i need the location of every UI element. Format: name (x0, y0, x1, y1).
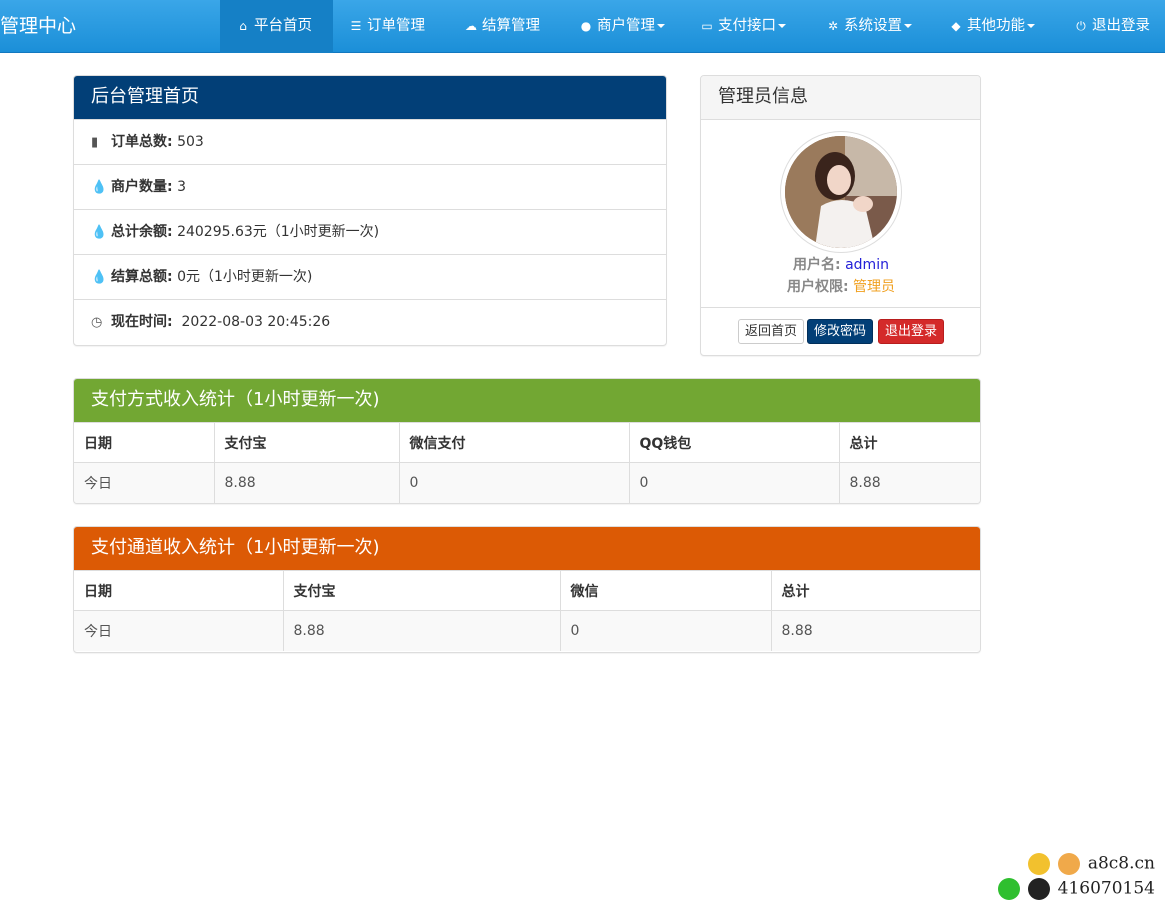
nav-system-settings[interactable]: ✲ 系统设置 (810, 0, 928, 53)
caret-down-icon (778, 24, 786, 28)
cell-alipay: 8.88 (214, 462, 400, 503)
cell-qq-wallet: 0 (629, 462, 840, 503)
admin-panel-title: 管理员信息 (701, 76, 980, 120)
cloud-icon: ☁ (465, 19, 477, 33)
drop-icon: 💧 (91, 225, 108, 240)
list-icon: ☰ (350, 19, 362, 33)
cube-icon: ◆ (951, 19, 961, 33)
order-count-row: ▮ 订单总数: 503 (74, 119, 666, 164)
cell-wechat: 0 (560, 610, 772, 651)
avatar-icon (1057, 853, 1080, 875)
cell-date: 今日 (74, 610, 284, 651)
nav-orders[interactable]: ☰ 订单管理 (333, 0, 441, 53)
overview-panel: 后台管理首页 ▮ 订单总数: 503 💧 商户数量: 3 💧 总计余额: 240295… (73, 75, 667, 346)
nav-payment-api[interactable]: ▭ 支付接口 (684, 0, 802, 53)
cell-date: 今日 (74, 462, 215, 503)
brand-title[interactable]: 管理中心 (0, 0, 76, 53)
overview-title: 后台管理首页 (74, 76, 666, 119)
caret-down-icon (1027, 24, 1035, 28)
nav-merchants[interactable]: ● 商户管理 (563, 0, 681, 53)
pay-channel-table: 日期 支付宝 微信 总计 今日 8.88 0 8.88 (74, 570, 980, 651)
col-wechat: 微信 (560, 570, 772, 611)
role-line: 用户权限: 管理员 (786, 279, 896, 295)
clock-icon: ◷ (91, 315, 103, 330)
nav-settlement[interactable]: ☁ 结算管理 (448, 0, 556, 53)
cell-total: 8.88 (839, 462, 980, 503)
cell-total: 8.88 (771, 610, 980, 651)
col-wechat: 微信支付 (399, 422, 630, 463)
watermark-site: a8c8.cn (1027, 853, 1155, 875)
col-qq-wallet: QQ钱包 (629, 422, 840, 463)
pay-channel-panel: 支付通道收入统计（1小时更新一次) 日期 支付宝 微信 总计 今日 8.88 0… (73, 526, 981, 653)
total-balance-row: 💧 总计余额: 240295.63元（1小时更新一次) (74, 209, 666, 254)
pay-method-title: 支付方式收入统计（1小时更新一次) (74, 379, 980, 422)
table-row: 今日 8.88 0 0 8.88 (74, 462, 980, 503)
gear-icon: ✲ (827, 19, 839, 33)
current-time-row: ◷ 现在时间: 2022-08-03 20:45:26 (74, 299, 666, 344)
col-total: 总计 (839, 422, 980, 463)
credit-card-icon: ▭ (701, 19, 713, 33)
pay-method-panel: 支付方式收入统计（1小时更新一次) 日期 支付宝 微信支付 QQ钱包 总计 今日… (73, 378, 981, 504)
user-icon: ● (580, 19, 592, 33)
wechat-icon (997, 878, 1020, 900)
change-password-button[interactable]: 修改密码 (807, 319, 874, 344)
divider (701, 307, 980, 308)
bar-chart-icon: ▮ (91, 135, 99, 150)
nav-logout[interactable]: ⏻ 退出登录 (1058, 0, 1165, 53)
caret-down-icon (904, 24, 912, 28)
drop-icon: 💧 (91, 270, 108, 285)
col-date: 日期 (74, 422, 215, 463)
merchant-count-row: 💧 商户数量: 3 (74, 164, 666, 209)
table-header-row: 日期 支付宝 微信 总计 (74, 570, 980, 611)
drop-icon: 💧 (91, 180, 108, 195)
badge-icon (1027, 853, 1050, 875)
table-row: 今日 8.88 0 8.88 (74, 610, 980, 651)
nav-home[interactable]: ⌂ 平台首页 (220, 0, 333, 53)
col-date: 日期 (74, 570, 284, 611)
col-alipay: 支付宝 (283, 570, 561, 611)
avatar (780, 131, 902, 253)
cell-wechat: 0 (399, 462, 630, 503)
admin-panel: 管理员信息 用户名: admin 用户权限: 管理员 返回首页 修改密码 退出登… (700, 75, 981, 356)
logout-button[interactable]: 退出登录 (878, 319, 945, 344)
col-alipay: 支付宝 (214, 422, 400, 463)
table-header-row: 日期 支付宝 微信支付 QQ钱包 总计 (74, 422, 980, 463)
pay-channel-title: 支付通道收入统计（1小时更新一次) (74, 527, 980, 570)
cell-alipay: 8.88 (283, 610, 561, 651)
settlement-total-row: 💧 结算总额: 0元（1小时更新一次) (74, 254, 666, 299)
qq-penguin-icon (1027, 878, 1050, 900)
col-total: 总计 (771, 570, 980, 611)
watermark-qq: 416070154 (997, 878, 1155, 900)
home-icon: ⌂ (239, 19, 247, 33)
pay-method-table: 日期 支付宝 微信支付 QQ钱包 总计 今日 8.88 0 0 8.88 (74, 422, 980, 503)
username-line: 用户名: admin (793, 257, 889, 273)
caret-down-icon (657, 24, 665, 28)
top-navbar: 管理中心 ⌂ 平台首页 ☰ 订单管理 ☁ 结算管理 ● 商户管理 ▭ 支付接口 ✲ 系统设置… (0, 0, 1165, 53)
return-home-button[interactable]: 返回首页 (738, 319, 805, 344)
avatar-image (785, 136, 897, 248)
nav-other[interactable]: ◆ 其他功能 (933, 0, 1051, 53)
power-icon: ⏻ (1076, 19, 1086, 33)
